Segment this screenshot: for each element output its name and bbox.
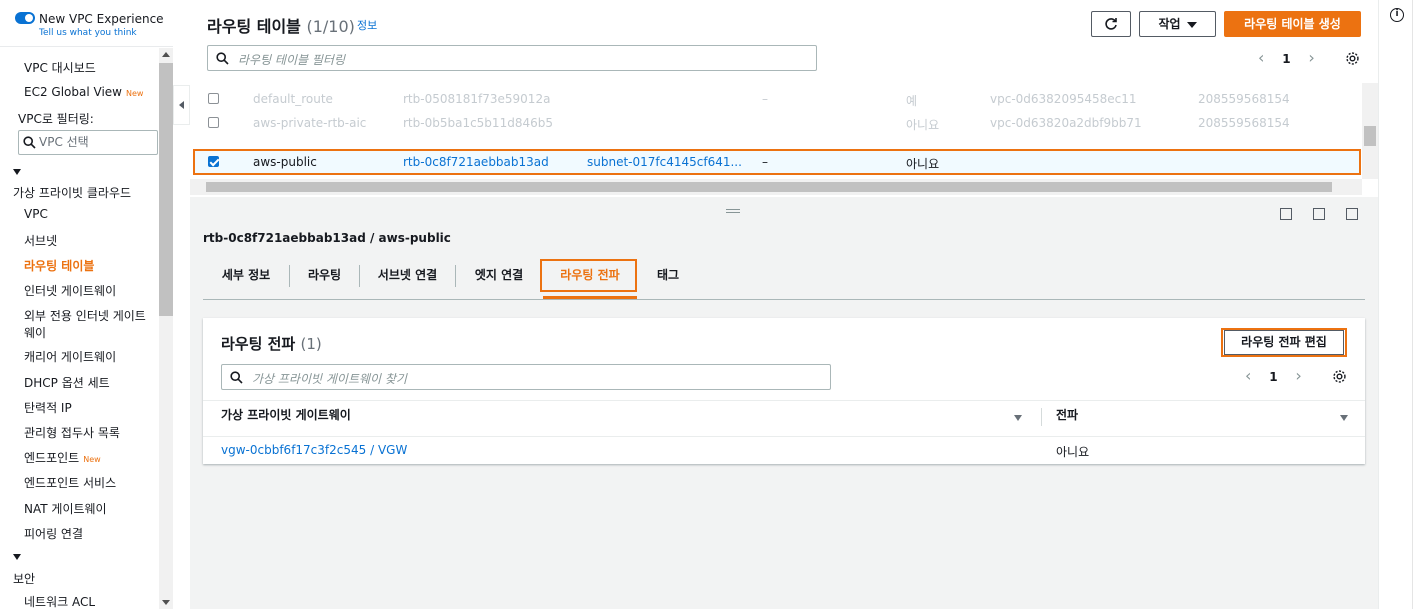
divider <box>203 400 1365 401</box>
annotation-highlight <box>540 259 637 292</box>
scroll-thumb[interactable] <box>206 182 1332 192</box>
collapse-sidebar-button[interactable] <box>173 85 190 125</box>
sidebar: New VPC Experience Tell us what you thin… <box>0 0 173 609</box>
active-tab-underline <box>543 296 637 299</box>
card-title: 라우팅 전파 (1) <box>221 335 322 353</box>
nav-egress-only-igw-cont[interactable]: 웨이 <box>24 324 46 341</box>
page-title: 라우팅 테이블 (1/10) <box>207 17 355 36</box>
row-checkbox-checked[interactable] <box>208 156 219 167</box>
tab-details[interactable]: 세부 정보 <box>203 258 289 300</box>
scroll-thumb[interactable] <box>1364 126 1376 146</box>
search-icon <box>230 371 243 384</box>
column-separator <box>1041 408 1042 426</box>
panel-side-icon[interactable] <box>1313 208 1325 220</box>
feedback-link[interactable]: Tell us what you think <box>39 28 137 38</box>
section-collapse-icon[interactable] <box>13 169 21 175</box>
nav-peering[interactable]: 피어링 연결 <box>24 525 83 542</box>
row-checkbox[interactable] <box>208 93 219 104</box>
nav-internet-gateways[interactable]: 인터넷 게이트웨이 <box>24 282 116 299</box>
section-collapse-icon[interactable] <box>13 554 21 560</box>
info-link[interactable]: 정보 <box>357 17 377 33</box>
refresh-button[interactable] <box>1091 11 1131 37</box>
new-vpc-toggle[interactable] <box>15 12 35 24</box>
scroll-down-icon[interactable] <box>162 600 170 605</box>
scroll-thumb[interactable] <box>159 63 173 316</box>
refresh-icon <box>1105 18 1117 30</box>
route-propagation-card: 라우팅 전파 (1) 라우팅 전파 편집 가상 프라이빗 게이트웨이 찾기 ‹ … <box>203 318 1365 464</box>
col-header-propagation[interactable]: 전파 <box>1056 406 1078 423</box>
create-route-table-button[interactable]: 라우팅 테이블 생성 <box>1224 11 1361 37</box>
nav-vpc-dashboard[interactable]: VPC 대시보드 <box>24 59 96 76</box>
vpc-select[interactable]: VPC 선택 <box>18 130 158 155</box>
scroll-up-icon[interactable] <box>162 52 170 57</box>
vgw-search-input[interactable]: 가상 프라이빗 게이트웨이 찾기 <box>221 364 831 390</box>
search-icon <box>216 52 229 65</box>
sort-icon[interactable] <box>1340 415 1348 421</box>
pagination: ‹ 1 › <box>1258 48 1315 67</box>
pagination: ‹ 1 › <box>1245 366 1302 385</box>
col-header-gateway[interactable]: 가상 프라이빗 게이트웨이 <box>221 406 351 423</box>
next-page-icon[interactable]: › <box>1308 48 1314 67</box>
page-scrollbar[interactable] <box>1412 0 1427 609</box>
main-content: 라우팅 테이블 (1/10) 정보 작업 라우팅 테이블 생성 라우팅 테이블 … <box>190 0 1378 609</box>
resize-handle[interactable] <box>726 209 740 213</box>
table-row[interactable]: aws-private-rtb-aic rtb-0b5ba1c5b11d846b… <box>190 111 1362 135</box>
nav-dhcp-options[interactable]: DHCP 옵션 세트 <box>24 374 110 391</box>
sort-icon[interactable] <box>1014 415 1022 421</box>
nav-endpoint-services[interactable]: 엔드포인트 서비스 <box>24 474 116 491</box>
info-icon[interactable]: i <box>1390 8 1404 22</box>
page-number[interactable]: 1 <box>1269 370 1277 384</box>
nav-prefix-lists[interactable]: 관리형 접두사 목록 <box>24 424 120 441</box>
nav-vpc[interactable]: VPC <box>24 207 48 221</box>
new-badge: New <box>83 455 101 464</box>
nav-route-tables[interactable]: 라우팅 테이블 <box>24 257 94 274</box>
row-checkbox[interactable] <box>208 117 219 128</box>
tab-tags[interactable]: 태그 <box>643 258 693 300</box>
nav-elastic-ips[interactable]: 탄력적 IP <box>24 399 72 416</box>
section-security-heading: 보안 <box>13 572 36 586</box>
nav-nat-gateways[interactable]: NAT 게이트웨이 <box>24 500 107 517</box>
route-table-filter-input[interactable]: 라우팅 테이블 필터링 <box>207 45 817 71</box>
next-page-icon[interactable]: › <box>1295 366 1301 385</box>
detail-tabs: 세부 정보 라우팅 서브넷 연결 엣지 연결 라우팅 전파 태그 <box>203 258 1365 300</box>
nav-ec2-global-view[interactable]: EC2 Global View New <box>24 85 143 99</box>
detail-title: rtb-0c8f721aebbab13ad / aws-public <box>203 231 451 245</box>
divider <box>0 46 173 47</box>
vgw-link[interactable]: vgw-0cbbf6f17c3f2c545 / VGW <box>221 443 407 457</box>
panel-bottom-icon[interactable] <box>1280 208 1292 220</box>
caret-down-icon <box>1186 21 1197 28</box>
help-rail: i <box>1378 0 1427 609</box>
sidebar-scrollbar[interactable] <box>159 48 173 609</box>
nav-endpoints[interactable]: 엔드포인트 New <box>24 449 101 466</box>
actions-button[interactable]: 작업 <box>1139 11 1216 37</box>
tab-routes[interactable]: 라우팅 <box>290 258 359 300</box>
filter-label: VPC로 필터링: <box>18 112 94 126</box>
prev-page-icon[interactable]: ‹ <box>1245 366 1251 385</box>
new-badge: New <box>125 89 144 98</box>
propagation-value: 아니요 <box>1056 445 1090 459</box>
search-icon <box>23 136 36 149</box>
section-vpc-heading: 가상 프라이빗 클라우드 <box>13 186 132 200</box>
selected-table-row[interactable]: aws-public rtb-0c8f721aebbab13ad subnet-… <box>193 149 1361 175</box>
nav-carrier-gateways[interactable]: 캐리어 게이트웨이 <box>24 348 116 365</box>
settings-gear-icon[interactable] <box>1332 369 1347 384</box>
table-row[interactable]: default_route rtb-0508181f73e59012a – 예 … <box>190 87 1362 111</box>
divider <box>203 436 1365 437</box>
prev-page-icon[interactable]: ‹ <box>1258 48 1264 67</box>
panel-full-icon[interactable] <box>1346 208 1358 220</box>
annotation-highlight <box>1221 328 1347 357</box>
settings-gear-icon[interactable] <box>1345 51 1360 66</box>
new-vpc-label: New VPC Experience <box>39 12 164 26</box>
nav-subnets[interactable]: 서브넷 <box>24 232 57 249</box>
nav-egress-only-igw[interactable]: 외부 전용 인터넷 게이트 <box>24 307 146 324</box>
tab-edge-associations[interactable]: 엣지 연결 <box>456 258 542 300</box>
table-vertical-scrollbar[interactable] <box>1362 83 1378 179</box>
tab-subnet-associations[interactable]: 서브넷 연결 <box>360 258 455 300</box>
nav-network-acl[interactable]: 네트워크 ACL <box>24 593 95 609</box>
page-number[interactable]: 1 <box>1282 52 1290 66</box>
table-horizontal-scrollbar[interactable] <box>190 179 1362 195</box>
